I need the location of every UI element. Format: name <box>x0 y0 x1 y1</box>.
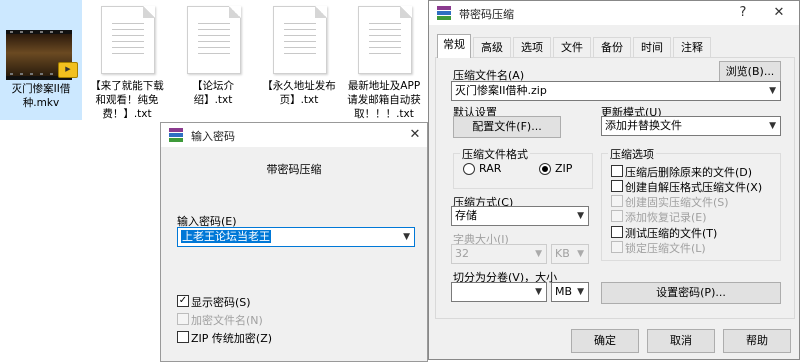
help-button[interactable]: 帮助 <box>723 329 791 353</box>
archive-dialog-titlebar: 带密码压缩 ? ✕ <box>429 1 799 25</box>
cancel-button[interactable]: 取消 <box>647 329 715 353</box>
format-zip-label: ZIP <box>555 162 573 175</box>
create-sfx-checkbox[interactable] <box>611 180 623 192</box>
test-files-checkbox[interactable] <box>611 226 623 238</box>
file-label: 最新地址及APP请发邮箱自动获取！！！.txt <box>347 80 421 120</box>
format-rar-radio[interactable] <box>463 163 475 175</box>
option-label: 测试压缩的文件(T) <box>625 227 718 240</box>
text-file-icon <box>273 6 327 74</box>
file-label: 【论坛介绍】.txt <box>192 80 234 106</box>
file-label: 【来了就能下载和观看！纯免费！】.txt <box>90 80 164 120</box>
help-icon[interactable]: ? <box>733 4 753 22</box>
option-label: 创建固实压缩文件(S) <box>625 196 729 209</box>
chevron-down-icon: ▼ <box>769 86 776 96</box>
lock-archive-checkbox[interactable] <box>611 241 623 253</box>
encrypt-filenames-checkbox[interactable] <box>177 313 189 325</box>
password-dialog: 输入密码 ✕ 带密码压缩 输入密码(E) 上老王论坛当老王 ▼ ✓ 显示密码(S… <box>160 122 428 362</box>
update-mode-value: 添加并替换文件 <box>605 119 682 132</box>
file-tile-video[interactable]: ▶ 灭门惨案II借种.mkv <box>0 0 82 120</box>
archive-settings-dialog: 带密码压缩 ? ✕ 常规 高级 选项 文件 备份 时间 注释 压缩文件名(A) … <box>428 0 800 360</box>
close-icon[interactable]: ✕ <box>769 4 789 22</box>
password-dialog-title: 输入密码 <box>191 130 235 143</box>
file-tile-text[interactable]: 【来了就能下载和观看！纯免费！】.txt <box>86 0 168 120</box>
zip-legacy-encryption-label: ZIP 传统加密(Z) <box>191 332 273 345</box>
update-mode-select[interactable]: 添加并替换文件 ▼ <box>601 116 781 136</box>
show-password-label: 显示密码(S) <box>191 296 251 309</box>
archive-format-label: 压缩文件格式 <box>460 146 530 162</box>
dict-unit-select[interactable]: KB ▼ <box>551 244 589 264</box>
file-tile-text[interactable]: 【论坛介绍】.txt <box>172 0 254 120</box>
player-app-icon: ▶ <box>58 62 78 78</box>
radio-selected-dot <box>542 166 548 172</box>
encrypt-filenames-label: 加密文件名(N) <box>191 314 263 327</box>
dict-unit-value: KB <box>555 247 570 260</box>
chevron-down-icon: ▼ <box>577 211 584 221</box>
recovery-record-checkbox[interactable] <box>611 210 623 222</box>
solid-archive-checkbox[interactable] <box>611 195 623 207</box>
split-size-combo[interactable]: ▼ <box>451 282 547 302</box>
chevron-down-icon: ▼ <box>577 287 584 297</box>
set-password-button[interactable]: 设置密码(P)... <box>601 282 781 304</box>
delete-after-checkbox[interactable] <box>611 165 623 177</box>
option-label: 创建自解压格式压缩文件(X) <box>625 181 763 194</box>
ok-button[interactable]: 确定 <box>571 329 639 353</box>
chevron-down-icon: ▼ <box>769 121 776 131</box>
option-label: 添加恢复记录(E) <box>625 211 707 224</box>
winrar-icon <box>437 6 451 20</box>
profiles-button[interactable]: 配置文件(F)... <box>453 116 561 138</box>
archive-name-combo[interactable]: 灭门惨案II借种.zip ▼ <box>451 81 781 101</box>
file-label: 【永久地址发布页】.txt <box>262 80 336 106</box>
dict-size-value: 32 <box>455 247 469 260</box>
tab-backup[interactable]: 备份 <box>593 37 631 57</box>
format-rar-label: RAR <box>479 162 502 175</box>
option-label: 压缩后删除原来的文件(D) <box>625 166 753 179</box>
text-file-icon <box>187 6 241 74</box>
file-tile-text[interactable]: 【永久地址发布页】.txt <box>258 0 340 120</box>
archive-name-value: 灭门惨案II借种.zip <box>455 84 547 97</box>
split-unit-select[interactable]: MB ▼ <box>551 282 589 302</box>
file-label: 灭门惨案II借种.mkv <box>11 83 71 109</box>
password-input[interactable]: 上老王论坛当老王 ▼ <box>177 227 415 247</box>
password-dialog-titlebar: 输入密码 ✕ <box>161 123 427 147</box>
format-zip-radio[interactable] <box>539 163 551 175</box>
chevron-down-icon: ▼ <box>535 249 542 259</box>
chevron-down-icon: ▼ <box>403 232 410 242</box>
tab-files[interactable]: 文件 <box>553 37 591 57</box>
chevron-down-icon: ▼ <box>535 287 542 297</box>
tab-options[interactable]: 选项 <box>513 37 551 57</box>
method-select[interactable]: 存储 ▼ <box>451 206 589 226</box>
tab-advanced[interactable]: 高级 <box>473 37 511 57</box>
file-tile-text[interactable]: 最新地址及APP请发邮箱自动获取！！！.txt <box>344 0 424 120</box>
show-password-checkbox[interactable]: ✓ <box>177 295 189 307</box>
option-label: 锁定压缩文件(L) <box>625 242 706 255</box>
password-dialog-heading: 带密码压缩 <box>266 163 322 176</box>
text-file-icon <box>358 6 412 74</box>
method-value: 存储 <box>455 209 477 222</box>
browse-button[interactable]: 浏览(B)... <box>719 61 781 83</box>
split-unit-value: MB <box>555 285 573 298</box>
tab-time[interactable]: 时间 <box>633 37 671 57</box>
archive-dialog-title: 带密码压缩 <box>459 8 514 21</box>
zip-legacy-encryption-checkbox[interactable] <box>177 331 189 343</box>
chevron-down-icon: ▼ <box>577 249 584 259</box>
tab-general[interactable]: 常规 <box>437 34 471 58</box>
dict-size-select[interactable]: 32 ▼ <box>451 244 547 264</box>
archive-options-label: 压缩选项 <box>608 146 656 162</box>
password-value: 上老王论坛当老王 <box>181 230 271 243</box>
winrar-icon <box>169 128 183 142</box>
tab-comment[interactable]: 注释 <box>673 37 711 57</box>
text-file-icon <box>101 6 155 74</box>
close-icon[interactable]: ✕ <box>405 126 425 144</box>
